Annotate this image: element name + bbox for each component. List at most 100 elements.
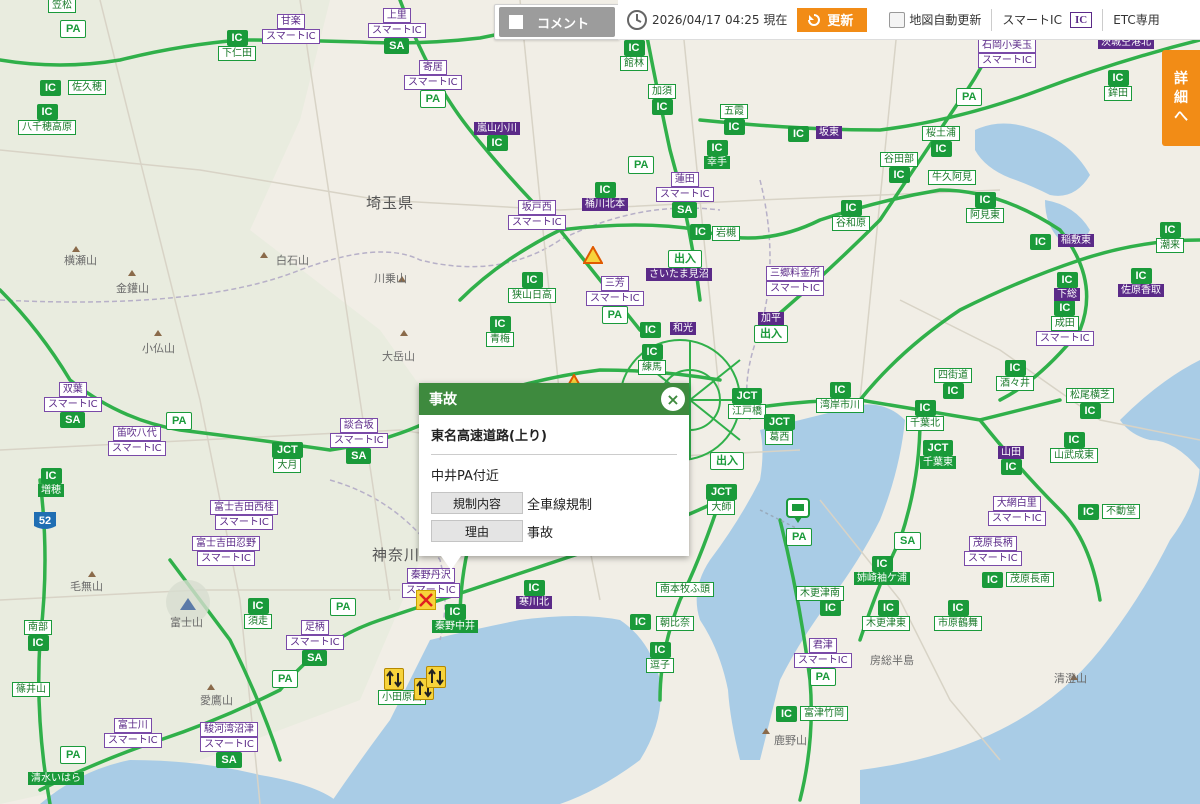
ic-edobashi[interactable]: JCT 江戸橋 xyxy=(728,388,766,419)
ic-ami[interactable]: IC 阿見東 xyxy=(966,192,1004,223)
ic-shimofusa[interactable]: IC 下総 xyxy=(1054,272,1080,301)
ic-hadanonakai[interactable]: IC 秦野中井 xyxy=(432,604,478,633)
ic-pa-hanyu[interactable]: PA xyxy=(628,156,655,174)
ic-yachiho[interactable]: IC 八千穂高原 xyxy=(18,104,76,135)
ic-sa-ichihara[interactable]: SA xyxy=(894,532,922,550)
ic-chibakita[interactable]: IC 千葉北 xyxy=(906,400,944,431)
ic-misato[interactable]: 三郷料金所 スマートIC xyxy=(766,266,824,296)
ic-pa-fuji[interactable]: PA xyxy=(60,746,87,764)
ic-pa-joban[interactable]: PA xyxy=(956,88,983,106)
ic-bando[interactable]: IC xyxy=(788,126,809,142)
ic-yamada[interactable]: 山田 IC xyxy=(998,446,1024,475)
ic-shimonita[interactable]: IC 下仁田 xyxy=(218,30,256,61)
ic-ishioka[interactable]: 石岡小美玉 スマートIC xyxy=(978,38,1036,68)
ic-ichihara-tag[interactable]: IC xyxy=(878,600,899,616)
ic-futtsu-name[interactable]: 富津竹岡 xyxy=(800,706,848,721)
ic-kuki[interactable]: IC xyxy=(690,224,711,240)
ic-zushi[interactable]: IC 逗子 xyxy=(646,642,674,673)
congestion-icon-3[interactable] xyxy=(426,666,446,688)
ic-ushiku[interactable]: 牛久阿見 xyxy=(928,170,976,185)
lane-closure-icon[interactable] xyxy=(416,590,436,610)
ic-miyoshi[interactable]: 三芳 スマートIC PA xyxy=(586,276,644,324)
ic-kisarazuhigashi-name[interactable]: 木更津東 xyxy=(862,616,910,631)
accident-warning-icon[interactable] xyxy=(583,246,603,264)
close-icon[interactable]: × xyxy=(661,387,685,411)
ic-sayama[interactable]: IC 狭山日高 xyxy=(508,272,556,303)
ic-hokota[interactable]: IC 鉾田 xyxy=(1104,70,1132,101)
ic-yatabe[interactable]: 谷田部 IC xyxy=(880,152,918,183)
ic-wangan[interactable]: IC 湾岸市川 xyxy=(816,382,864,413)
ic-masuho[interactable]: IC 増穂 xyxy=(38,468,64,497)
ic-kazo[interactable]: 加須 IC xyxy=(648,84,676,115)
ic-matsuokoshiba[interactable]: 松尾横芝 IC xyxy=(1066,388,1114,419)
ic-otsuki[interactable]: JCT 大月 xyxy=(272,442,303,473)
ic-asahina[interactable]: IC xyxy=(630,614,651,630)
ic-dangozaka[interactable]: 談合坂 スマートIC SA xyxy=(330,418,388,464)
ic-yorii[interactable]: 寄居 スマートIC PA xyxy=(404,60,462,108)
ic-deiri-2[interactable]: 出入 xyxy=(710,452,744,470)
ic-futaba[interactable]: 双葉 スマートIC SA xyxy=(44,382,102,428)
congestion-icon[interactable] xyxy=(384,668,404,690)
ic-nanbu[interactable]: 南部 IC xyxy=(24,620,52,651)
ic-goka[interactable]: 五霞 IC xyxy=(720,104,748,135)
ic-fujikawa[interactable]: 富士川 スマートIC xyxy=(104,718,162,748)
ic-mobaranan-tag[interactable]: IC xyxy=(982,572,1003,588)
parking-info-icon[interactable] xyxy=(786,498,810,524)
ic-mobaranan[interactable]: 茂原長南 xyxy=(1006,572,1054,587)
ic-kanra[interactable]: 甘楽 スマートIC xyxy=(262,14,320,44)
refresh-button[interactable]: 更新 xyxy=(797,7,868,32)
ic-kamisato[interactable]: 上里 スマートIC SA xyxy=(368,8,426,54)
ic-pa-ashigara[interactable]: PA xyxy=(330,598,357,616)
ic-satte[interactable]: IC 幸手 xyxy=(704,140,730,169)
ic-tatebayashi[interactable]: IC 館林 xyxy=(620,40,648,71)
ic-ashigara[interactable]: 足柄 スマートIC SA xyxy=(286,620,344,666)
ic-kisarazu[interactable]: 木更津南 xyxy=(796,586,844,601)
ic-fujiyoshida[interactable]: 富士吉田西桂 スマートIC xyxy=(210,500,278,530)
ic-deiri-1[interactable]: 出入 xyxy=(668,250,702,268)
ic-kasai[interactable]: JCT 葛西 xyxy=(764,414,795,445)
ic-samukawa[interactable]: IC 寒川北 xyxy=(516,580,552,609)
ic-sawara[interactable]: IC 佐原香取 xyxy=(1118,268,1164,297)
ic-oamishirasato[interactable]: 大網白里 スマートIC xyxy=(988,496,1046,526)
ic-wako-name[interactable]: 和光 xyxy=(670,322,696,335)
auto-update-checkbox[interactable] xyxy=(889,11,906,28)
ic-sakado[interactable]: 坂戸西 スマートIC xyxy=(508,200,566,230)
ic-ranzan[interactable]: 嵐山小川 IC xyxy=(474,122,520,151)
ic-inashiki[interactable]: 稲敷東 xyxy=(1058,234,1094,247)
ic-okegawa[interactable]: IC 桶川北本 xyxy=(582,182,628,211)
ic-shimizu[interactable]: 清水いはら xyxy=(28,772,84,785)
ic-sakura[interactable]: 桜土浦 IC xyxy=(922,126,960,157)
ic-bando-name[interactable]: 坂東 xyxy=(816,126,842,139)
ic-kisarazuhigashi[interactable]: IC xyxy=(820,600,841,616)
ic-shisui[interactable]: IC 酒々井 xyxy=(996,360,1034,391)
ic-asahina-name[interactable]: 朝比奈 xyxy=(656,616,694,631)
ic-kimitsu[interactable]: 君津 スマートIC PA xyxy=(794,638,852,686)
ic-saitamamisanuma[interactable]: さいたま見沼 xyxy=(646,268,712,281)
ic-togane[interactable]: 不動堂 xyxy=(1102,504,1140,519)
ic-kuki-name[interactable]: 岩槻 xyxy=(712,226,740,241)
ic-susono[interactable]: IC 須走 xyxy=(244,598,272,629)
ic-pa-umihotaru[interactable]: PA xyxy=(786,528,813,546)
ic-ichihara[interactable]: IC 市原鶴舞 xyxy=(934,600,982,631)
ic-fuefuki[interactable]: 笛吹八代 スマートIC xyxy=(108,426,166,456)
ic-futtsu[interactable]: IC xyxy=(776,706,797,722)
ic-narita[interactable]: IC 成田 スマートIC xyxy=(1036,300,1094,346)
ic-oshino[interactable]: 富士吉田忍野 スマートIC xyxy=(192,536,260,566)
comment-button[interactable]: コメント xyxy=(499,7,615,37)
ic-chibahigashi[interactable]: JCT 千葉東 xyxy=(920,440,956,469)
ic-itako[interactable]: IC 潮来 xyxy=(1156,222,1184,253)
ic-nerima[interactable]: IC 練馬 xyxy=(638,344,666,375)
ic-ooi[interactable]: JCT 大師 xyxy=(706,484,737,515)
ic-pa-chuo[interactable]: PA xyxy=(166,412,193,430)
ic-hasuda[interactable]: 蓮田 スマートIC SA xyxy=(656,172,714,218)
ic-kasamatsu[interactable]: 笠松 xyxy=(48,0,76,13)
ic-surugawan[interactable]: 駿河湾沼津 スマートIC SA xyxy=(200,722,258,768)
ic-pa-north[interactable]: PA xyxy=(60,20,87,38)
ic-inashiki-tag[interactable]: IC xyxy=(1030,234,1051,250)
ic-togane-tag[interactable]: IC xyxy=(1078,504,1099,520)
ic-yawara[interactable]: IC 谷和原 xyxy=(832,200,870,231)
ic-anegasaki[interactable]: IC 姉崎袖ケ浦 xyxy=(854,556,910,585)
ic-ome[interactable]: IC 青梅 xyxy=(486,316,514,347)
ic-minamihonmoku[interactable]: 南本牧ふ頭 xyxy=(656,582,714,597)
ic-wako[interactable]: IC xyxy=(640,322,661,338)
